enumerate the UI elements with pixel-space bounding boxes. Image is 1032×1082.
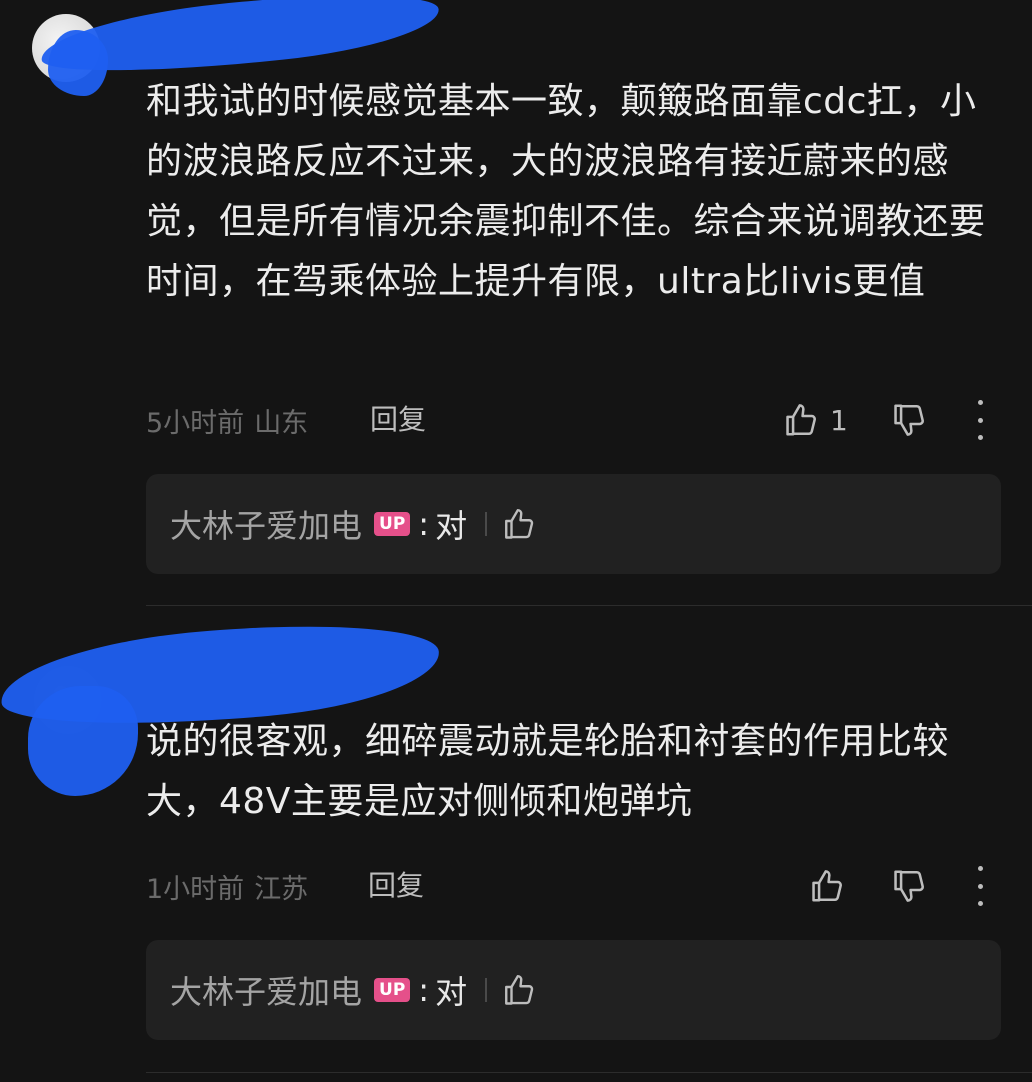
reply-colon: : (418, 971, 430, 1009)
up-badge: UP (374, 978, 411, 1002)
more-vertical-icon[interactable] (970, 400, 990, 440)
reply-author[interactable]: 大林子爱加电 (170, 501, 362, 547)
comment-item: 和我试的时候感觉基本一致，颠簸路面靠cdc扛，小的波浪路反应不过来，大的波浪路有… (0, 0, 1032, 605)
redaction-scribble (48, 30, 108, 96)
comment-time: 5小时前 (146, 407, 245, 439)
reply-content: 对 (435, 507, 468, 545)
up-badge: UP (374, 512, 411, 536)
comment-meta: 1小时前 江苏 (146, 866, 308, 906)
comment-location: 山东 (254, 407, 309, 439)
comment-text: 说的很客观，细碎震动就是轮胎和衬套的作用比较大，48V主要是应对侧倾和炮弹坑 (146, 721, 950, 822)
reply-button[interactable]: 回复 (370, 400, 426, 440)
reply-content: 对 (435, 973, 468, 1011)
reply-like-button[interactable] (501, 972, 537, 1008)
comment-item: 说的很客观，细碎震动就是轮胎和衬套的作用比较大，48V主要是应对侧倾和炮弹坑 1… (0, 606, 1032, 1082)
reply-colon: : (418, 505, 430, 543)
comment-time: 1小时前 (146, 873, 245, 905)
divider (146, 1072, 1032, 1073)
thumbs-up-icon (505, 509, 534, 539)
redaction-scribble (28, 686, 138, 796)
divider (485, 512, 488, 536)
like-button[interactable] (808, 866, 856, 906)
comment-location: 江苏 (254, 873, 309, 905)
reply-button[interactable]: 回复 (368, 866, 424, 906)
reply-like-button[interactable] (501, 506, 537, 542)
divider (485, 978, 488, 1002)
comment-meta: 5小时前 山东 (146, 400, 308, 440)
like-button[interactable]: 1 (782, 400, 848, 440)
thumbs-down-icon (894, 404, 924, 436)
thumbs-up-icon (505, 975, 534, 1005)
comment-text: 和我试的时候感觉基本一致，颠簸路面靠cdc扛，小的波浪路反应不过来，大的波浪路有… (146, 81, 986, 302)
more-vertical-icon[interactable] (970, 866, 990, 906)
reply-preview[interactable]: 大林子爱加电 UP : 对 (146, 474, 1001, 574)
reply-author[interactable]: 大林子爱加电 (170, 967, 362, 1013)
thumbs-down-icon (894, 870, 924, 902)
reply-preview[interactable]: 大林子爱加电 UP : 对 (146, 940, 1001, 1040)
thumbs-up-icon (812, 870, 842, 902)
thumbs-up-icon (786, 404, 816, 436)
dislike-button[interactable] (890, 866, 928, 906)
comment-list: 和我试的时候感觉基本一致，颠簸路面靠cdc扛，小的波浪路反应不过来，大的波浪路有… (0, 0, 1032, 1082)
like-count: 1 (830, 403, 848, 437)
dislike-button[interactable] (890, 400, 928, 440)
